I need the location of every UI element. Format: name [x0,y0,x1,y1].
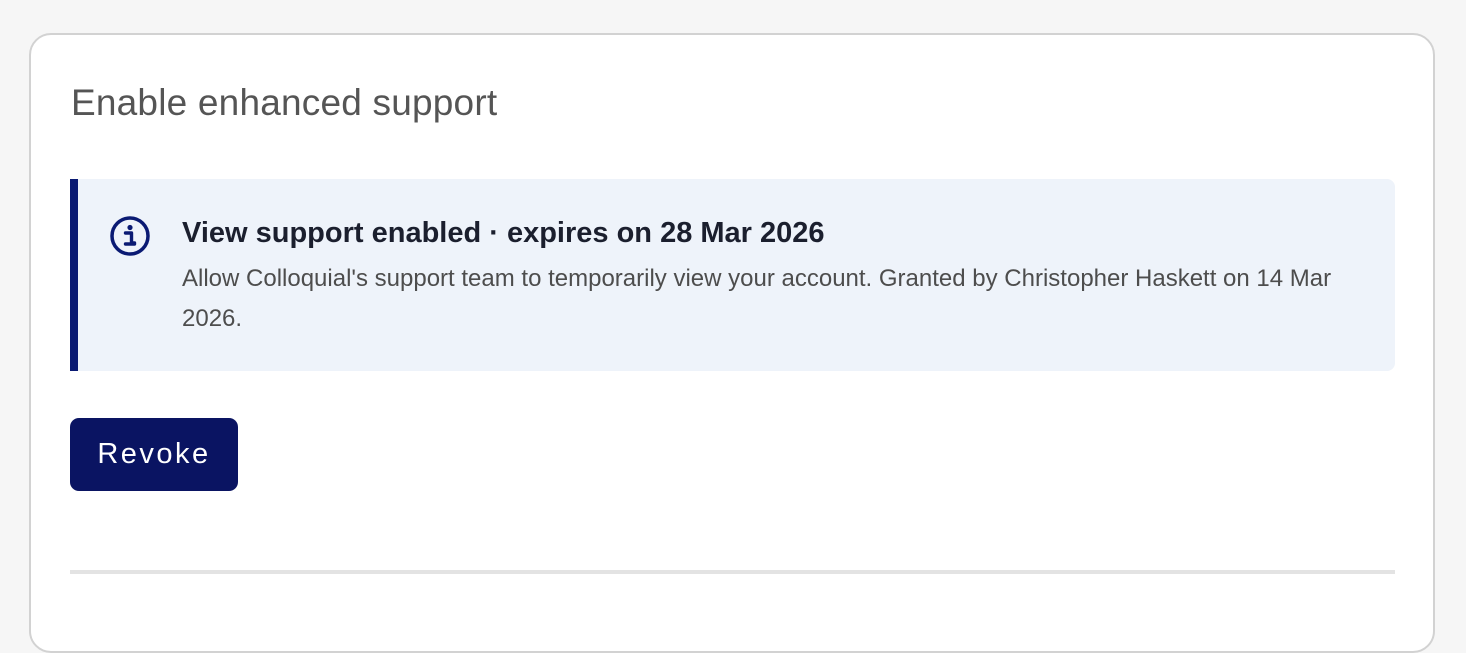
section-divider [70,570,1395,574]
info-circle-icon [109,215,151,257]
support-status-notice: View support enabled · expires on 28 Mar… [70,179,1395,371]
card-title: Enable enhanced support [71,82,498,123]
enhanced-support-card: Enable enhanced support View support ena… [29,33,1435,653]
notice-description: Allow Colloquial's support team to tempo… [182,265,1332,332]
notice-title: View support enabled · expires on 28 Mar… [182,217,825,249]
revoke-button[interactable]: Revoke [70,418,238,491]
